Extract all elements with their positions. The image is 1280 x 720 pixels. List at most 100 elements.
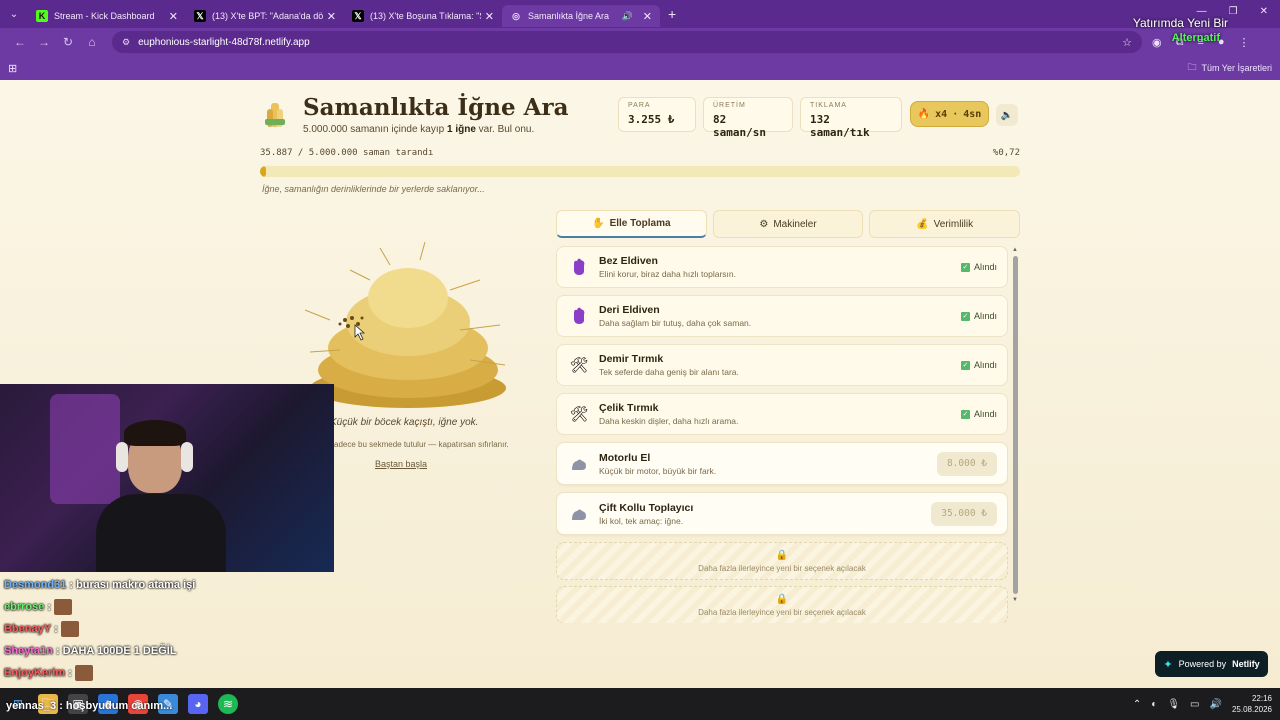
tab-search-chevron-icon[interactable]: ⌄ [0,9,28,20]
stat-value: 82 saman/sn [713,113,766,139]
scroll-down-icon[interactable]: ▼ [1011,596,1019,604]
stat-label: ÜRETİM [713,102,746,109]
emote-icon [60,621,79,637]
shop-item-iron-rake[interactable]: 🛠 Demir Tırmık Tek seferde daha geniş bir… [556,344,1008,386]
reload-icon[interactable]: ↻ [56,35,80,49]
glove-icon [567,304,591,328]
microphone-icon[interactable]: 🎙 [1167,699,1180,710]
site-info-icon[interactable]: ⚙ [122,37,130,48]
item-desc: Daha sağlam bir tutuş, daha çok saman. [599,318,752,328]
chat-text: : DAHA 100DE 1 DEĞİL [55,645,177,657]
item-desc: Tek seferde daha geniş bir alanı tara. [599,367,739,377]
bookmark-star-icon[interactable]: ☆ [1122,36,1132,49]
maximize-icon[interactable]: ❐ [1229,6,1238,17]
shop-scrollbar[interactable]: ▲ ▼ [1011,246,1019,623]
url-text: euphonious-starlight-48d78f.netlify.app [138,36,310,48]
browser-tab-x-2[interactable]: 𝕏 (13) X'te Boşuna Tıklama: "Sam ✕ [344,5,502,27]
progress-percent: %0,72 [992,148,1020,158]
close-tab-icon[interactable]: ✕ [643,10,652,23]
hand-icon: ✋ [592,218,605,229]
sound-toggle-button[interactable]: 🔈 [996,104,1018,126]
spotify-icon[interactable]: ≋ [218,694,238,714]
new-tab-button[interactable]: + [668,6,676,22]
arm-icon [567,452,591,476]
back-icon[interactable]: ← [8,35,32,49]
apps-grid-icon[interactable]: ⊞ [8,62,17,75]
menu-dots-icon[interactable]: ⋮ [1239,36,1250,49]
stat-value: 3.255 ₺ [628,113,675,126]
subtitle-text: 5.000.000 samanın içinde kayıp [303,124,447,135]
browser-tab-kick[interactable]: K Stream - Kick Dashboard ✕ [28,5,186,27]
reset-link[interactable]: Baştan başla [375,459,427,469]
system-clock[interactable]: 22:16 25.08.2026 [1232,693,1272,715]
tab-title: (13) X'te BPT: "Adana'da dönen [212,11,323,21]
forward-icon[interactable]: → [32,35,56,49]
subtitle-text: var. Bul onu. [475,124,535,135]
network-icon[interactable]: ▭ [1190,699,1199,710]
chat-message: Sheyta1n: DAHA 100DE 1 DEĞİL [4,640,334,662]
stat-money: PARA 3.255 ₺ [618,97,696,132]
tab-manual[interactable]: ✋ Elle Toplama [556,210,707,238]
hint-text: İğne, samanlığın derinliklerinde bir yer… [262,184,485,194]
close-tab-icon[interactable]: ✕ [169,10,178,23]
stat-click: TIKLAMA 132 saman/tık [800,97,902,139]
locked-text: Daha fazla ilerleyince yeni bir seçenek … [698,563,866,573]
buy-price-button[interactable]: 35.000 ₺ [931,501,997,526]
browser-tab-game[interactable]: ◎ Samanlıkta İğne Ara 🔊 ✕ [502,5,660,27]
browser-tab-x-1[interactable]: 𝕏 (13) X'te BPT: "Adana'da dönen ✕ [186,5,344,27]
item-name: Çift Kollu Toplayıcı [599,501,694,514]
shop-item-steel-rake[interactable]: 🛠 Çelik Tırmık Daha keskin dişler, daha h… [556,393,1008,435]
gear-icon: ⚙ [759,218,769,230]
tab-machines[interactable]: ⚙ Makineler [712,210,864,238]
tray-chevron-icon[interactable]: ⌃ [1133,699,1141,710]
boost-multiplier: x4 [935,108,948,120]
lock-icon: 🔒 [775,593,789,605]
lock-icon: 🔒 [775,549,789,561]
tab-title: Stream - Kick Dashboard [54,11,155,21]
close-tab-icon[interactable]: ✕ [485,10,494,23]
clock-time: 22:16 [1251,694,1272,703]
emote-icon [74,665,93,681]
save-note: sadece bu sekmede tutulur — kapatırsan s… [330,440,509,449]
shop-item-motor-hand[interactable]: Motorlu El Küçük bir motor, büyük bir far… [556,442,1008,485]
discord-icon[interactable]: ◕ [188,694,208,714]
all-bookmarks-button[interactable]: 🗀 Tüm Yer İşaretleri [1187,60,1272,76]
tab-efficiency[interactable]: 💰 Verimlilik [869,210,1021,238]
rake-icon: 🛠 [569,406,589,423]
tray-app-icon[interactable]: ◐ [1151,699,1157,710]
close-tab-icon[interactable]: ✕ [327,10,336,23]
speaker-icon[interactable]: 🔊 [622,11,633,22]
volume-icon[interactable]: 🔊 [1210,699,1222,710]
close-window-icon[interactable]: ✕ [1260,6,1268,17]
chat-username: Sheyta1n [4,645,53,657]
item-name: Çelik Tırmık [599,402,659,414]
chat-text: : [54,623,58,635]
extension-icon[interactable]: ◉ [1152,36,1162,49]
address-bar-row: ← → ↻ ⌂ ⚙ euphonious-starlight-48d78f.ne… [0,28,1280,56]
chat-message: BbenayY: [4,618,334,640]
check-icon: ✓ [960,360,970,370]
shop-item-double-arm-collector[interactable]: Çift Kollu Toplayıcı İki kol, tek amaç: i… [556,492,1008,535]
boost-badge[interactable]: 🔥 x4 · 4sn [910,101,989,127]
progress-bar [260,166,1020,177]
url-field[interactable]: ⚙ euphonious-starlight-48d78f.netlify.ap… [112,31,1142,53]
system-tray: ⌃ ◐ 🎙 ▭ 🔊 22:16 25.08.2026 [1133,693,1272,715]
buy-price-button[interactable]: 8.000 ₺ [936,451,997,476]
shop-tabs: ✋ Elle Toplama ⚙ Makineler 💰 Verimlilik [556,210,1021,238]
chat-username: BbenayY [4,623,52,635]
home-icon[interactable]: ⌂ [80,35,104,49]
check-icon: ✓ [960,409,970,419]
webcam-overlay [0,384,334,572]
scroll-up-icon[interactable]: ▲ [1011,246,1019,254]
folder-icon: 🗀 [1187,62,1197,72]
all-bookmarks-label: Tüm Yer İşaretleri [1201,63,1272,73]
owned-badge: ✓ Alındı [960,360,997,370]
netlify-badge[interactable]: ✦ Powered by Netlify [1155,651,1268,677]
owned-badge: ✓ Alındı [960,311,997,321]
shop-item-list: Bez Eldiven Elini korur, biraz daha hızlı… [556,246,1008,623]
shop-item-cloth-glove[interactable]: Bez Eldiven Elini korur, biraz daha hızlı… [556,246,1008,288]
shop-item-leather-glove[interactable]: Deri Eldiven Daha sağlam bir tutuş, daha … [556,295,1008,337]
scroll-thumb[interactable] [1012,256,1018,594]
chat-username: EnjoyKerim [4,667,66,679]
owned-label: Alındı [973,360,997,370]
